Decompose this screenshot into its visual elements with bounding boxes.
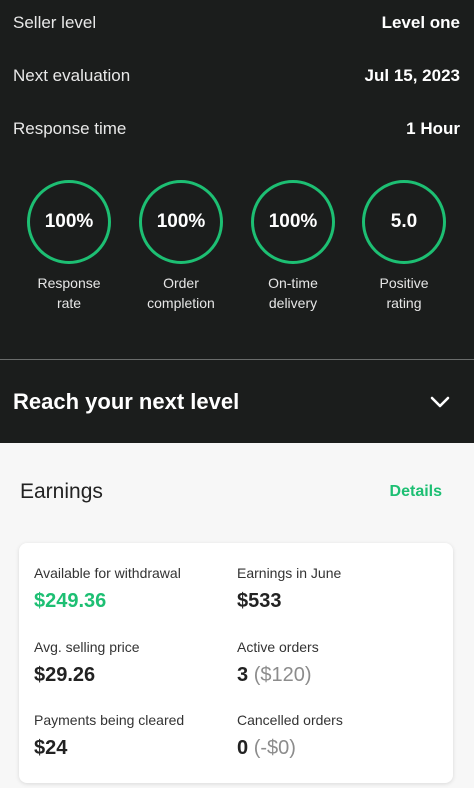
cancelled-amount: (-$0) xyxy=(253,737,296,759)
avg-label: Avg. selling price xyxy=(34,639,140,655)
stat-response-rate: 100% Response rate xyxy=(19,180,119,313)
next-evaluation-row: Next evaluation Jul 15, 2023 xyxy=(13,66,460,86)
next-evaluation-value: Jul 15, 2023 xyxy=(364,66,460,85)
details-link[interactable]: Details xyxy=(390,483,442,501)
earnings-title: Earnings xyxy=(20,480,103,503)
stat-label: On-time delivery xyxy=(268,275,318,311)
june-label: Earnings in June xyxy=(237,565,342,581)
active-orders: Active orders 3 ($120) xyxy=(237,639,319,687)
stat-ring: 100% xyxy=(139,180,223,264)
earnings-in-june: Earnings in June $533 xyxy=(237,565,341,613)
cancelled-value: 0 (-$0) xyxy=(237,737,343,760)
stat-ring: 100% xyxy=(27,180,111,264)
stat-ring: 100% xyxy=(251,180,335,264)
stat-label: Response rate xyxy=(37,275,101,311)
avg-value: $29.26 xyxy=(34,664,96,686)
stat-on-time-delivery: 100% On-time delivery xyxy=(243,180,343,313)
cancelled-orders: Cancelled orders 0 (-$0) xyxy=(237,712,343,760)
response-time-label: Response time xyxy=(13,119,127,138)
seller-overview-panel: Seller level Level one Next evaluation J… xyxy=(0,0,474,443)
earnings-card: Available for withdrawal $249.36 Earning… xyxy=(19,543,453,783)
active-count: 3 xyxy=(237,664,249,686)
june-value: $533 xyxy=(237,590,282,612)
available-label: Available for withdrawal xyxy=(34,565,181,581)
performance-stats: 100% Response rate 100% Order completion… xyxy=(0,180,474,320)
stat-ring: 5.0 xyxy=(362,180,446,264)
cleared-label: Payments being cleared xyxy=(34,712,185,728)
seller-level-value: Level one xyxy=(381,13,460,32)
stat-positive-rating: 5.0 Positive rating xyxy=(354,180,454,313)
cancelled-label: Cancelled orders xyxy=(237,712,343,728)
stat-label: Positive rating xyxy=(379,275,429,311)
seller-level-row: Seller level Level one xyxy=(13,13,460,33)
reach-next-level-toggle[interactable]: Reach your next level xyxy=(0,360,474,443)
reach-next-level-title: Reach your next level xyxy=(13,388,240,414)
seller-level-label: Seller level xyxy=(13,13,97,32)
chevron-down-icon[interactable] xyxy=(426,388,454,416)
payments-being-cleared: Payments being cleared $24 xyxy=(34,712,184,760)
earnings-header: Earnings Details xyxy=(20,480,442,504)
earnings-section: Earnings Details Available for withdrawa… xyxy=(0,443,474,788)
available-for-withdrawal: Available for withdrawal $249.36 xyxy=(34,565,181,613)
active-label: Active orders xyxy=(237,639,319,655)
response-time-row: Response time 1 Hour xyxy=(13,119,460,139)
active-value: 3 ($120) xyxy=(237,664,319,687)
available-value: $249.36 xyxy=(34,590,107,612)
response-time-value: 1 Hour xyxy=(406,119,460,138)
active-amount: ($120) xyxy=(253,664,312,686)
cleared-value: $24 xyxy=(34,737,68,759)
stat-label: Order completion xyxy=(147,275,215,311)
stat-order-completion: 100% Order completion xyxy=(131,180,231,313)
next-evaluation-label: Next evaluation xyxy=(13,66,131,85)
cancelled-count: 0 xyxy=(237,737,249,759)
avg-selling-price: Avg. selling price $29.26 xyxy=(34,639,140,687)
